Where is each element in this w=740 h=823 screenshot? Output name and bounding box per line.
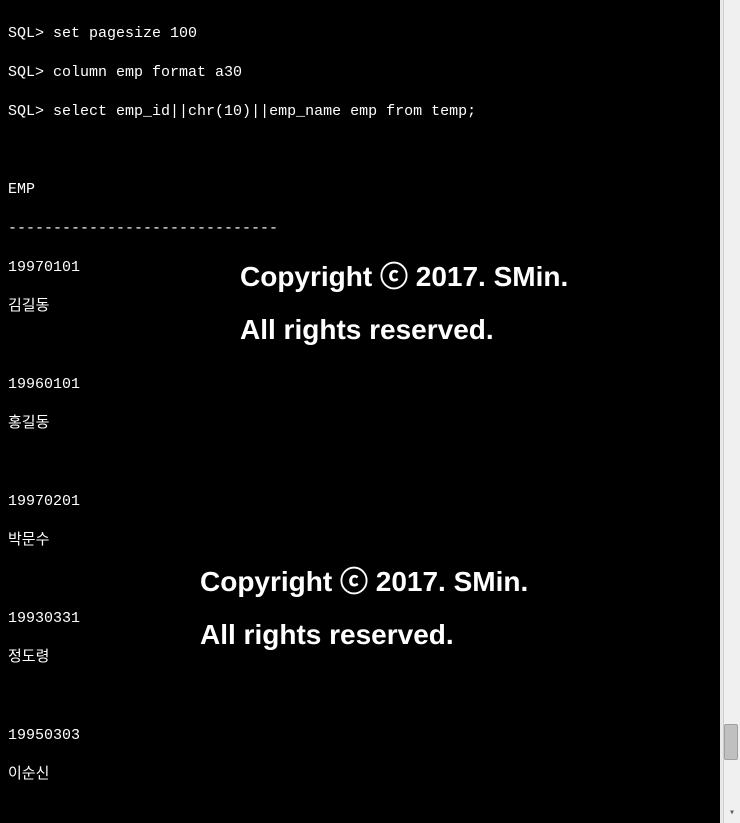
row-id: 19950303 (8, 726, 712, 746)
sql-terminal[interactable]: SQL> set pagesize 100 SQL> column emp fo… (0, 0, 720, 823)
row-name: 정도령 (8, 648, 712, 668)
blank-line (8, 336, 712, 356)
row-id: 19970101 (8, 258, 712, 278)
column-header: EMP (8, 180, 712, 200)
cmd-line-3: SQL> select emp_id||chr(10)||emp_name em… (8, 102, 712, 122)
separator-line: ------------------------------ (8, 219, 712, 239)
vertical-scrollbar[interactable]: ▾ (723, 0, 740, 823)
row-id: 19970201 (8, 492, 712, 512)
blank-line (8, 141, 712, 161)
row-name: 홍길동 (8, 414, 712, 434)
row-name: 박문수 (8, 531, 712, 551)
blank-line (8, 804, 712, 823)
scrollbar-thumb[interactable] (724, 724, 738, 760)
scroll-down-arrow-icon[interactable]: ▾ (726, 807, 738, 821)
blank-line (8, 453, 712, 473)
row-id: 19930331 (8, 609, 712, 629)
blank-line (8, 570, 712, 590)
cmd-line-2: SQL> column emp format a30 (8, 63, 712, 83)
blank-line (8, 687, 712, 707)
cmd-line-1: SQL> set pagesize 100 (8, 24, 712, 44)
row-name: 김길동 (8, 297, 712, 317)
row-id: 19960101 (8, 375, 712, 395)
row-name: 이순신 (8, 765, 712, 785)
